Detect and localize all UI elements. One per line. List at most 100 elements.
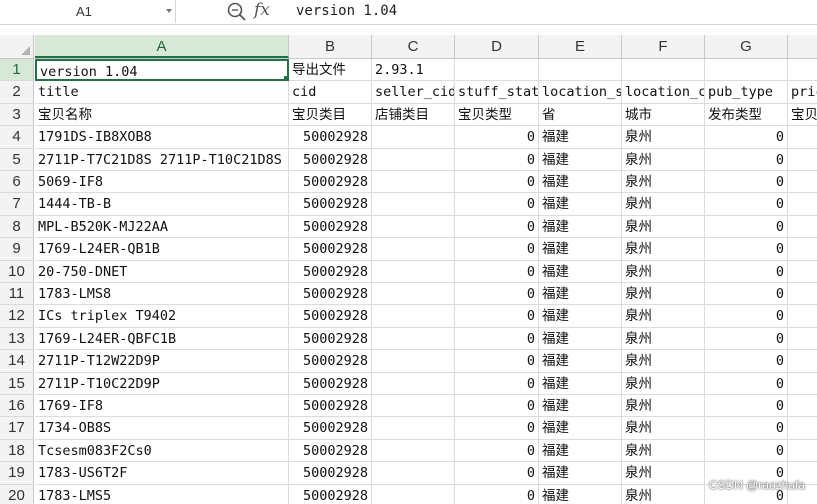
- select-all-button[interactable]: [0, 35, 34, 58]
- cell-b13[interactable]: 50002928: [289, 327, 372, 351]
- cell-b4[interactable]: 50002928: [289, 126, 372, 149]
- cell-f4[interactable]: 泉州: [622, 126, 705, 149]
- cell-b10[interactable]: 50002928: [289, 260, 372, 283]
- row-header[interactable]: 10: [0, 260, 34, 283]
- cell-b14[interactable]: 50002928: [289, 350, 372, 373]
- name-box[interactable]: A1: [0, 0, 176, 23]
- cell-c3[interactable]: 店铺类目: [372, 103, 455, 127]
- cell-8[interactable]: [788, 216, 817, 239]
- cell-g12[interactable]: 0: [705, 305, 788, 328]
- cell-g1[interactable]: [705, 59, 788, 82]
- cell-b17[interactable]: 50002928: [289, 417, 372, 440]
- cell-15[interactable]: [788, 373, 817, 395]
- row-header[interactable]: 16: [0, 395, 34, 418]
- cell-c1[interactable]: 2.93.1: [372, 59, 455, 82]
- row-header[interactable]: 6: [0, 171, 34, 194]
- column-header-g[interactable]: G: [705, 35, 788, 58]
- cell-b9[interactable]: 50002928: [289, 238, 372, 261]
- cell-b18[interactable]: 50002928: [289, 439, 372, 463]
- row-header[interactable]: 8: [0, 215, 34, 239]
- row-header[interactable]: 12: [0, 305, 34, 328]
- cell-e1[interactable]: [539, 59, 622, 82]
- cell-a16[interactable]: 1769-IF8: [35, 395, 289, 418]
- cell-g10[interactable]: 0: [705, 260, 788, 283]
- cell-d14[interactable]: 0: [455, 350, 539, 373]
- cell-b16[interactable]: 50002928: [289, 395, 372, 418]
- cell-18[interactable]: [788, 440, 817, 463]
- row-header[interactable]: 7: [0, 193, 34, 216]
- cell-d16[interactable]: 0: [455, 395, 539, 418]
- cell-4[interactable]: [788, 126, 817, 149]
- row-header[interactable]: 18: [0, 439, 34, 463]
- cell-e16[interactable]: 福建: [539, 395, 622, 418]
- cell-f10[interactable]: 泉州: [622, 260, 705, 283]
- cell-c17[interactable]: [372, 417, 455, 440]
- cell-d18[interactable]: 0: [455, 439, 539, 463]
- cell-d6[interactable]: 0: [455, 171, 539, 194]
- cell-a7[interactable]: 1444-TB-B: [35, 193, 289, 216]
- cell-g7[interactable]: 0: [705, 193, 788, 216]
- cell-b12[interactable]: 50002928: [289, 305, 372, 328]
- cell-e7[interactable]: 福建: [539, 193, 622, 216]
- cell-a4[interactable]: 1791DS-IB8XOB8: [35, 126, 289, 149]
- cell-c18[interactable]: [372, 439, 455, 463]
- cell-e15[interactable]: 福建: [539, 372, 622, 395]
- cell-a18[interactable]: Tcsesm083F2Cs0: [35, 439, 289, 463]
- cell-d17[interactable]: 0: [455, 417, 539, 440]
- cell-e11[interactable]: 福建: [539, 283, 622, 306]
- cell-g15[interactable]: 0: [705, 372, 788, 395]
- cell-f2[interactable]: location_city: [622, 81, 705, 104]
- cell-g4[interactable]: 0: [705, 126, 788, 149]
- cell-f3[interactable]: 城市: [622, 103, 705, 127]
- cell-a3[interactable]: 宝贝名称: [35, 103, 289, 127]
- cell-c6[interactable]: [372, 171, 455, 194]
- cell-a10[interactable]: 20-750-DNET: [35, 260, 289, 283]
- cell-d15[interactable]: 0: [455, 372, 539, 395]
- cell-f16[interactable]: 泉州: [622, 395, 705, 418]
- cell-a17[interactable]: 1734-OB8S: [35, 417, 289, 440]
- cell-c14[interactable]: [372, 350, 455, 373]
- cell-b1[interactable]: 导出文件: [289, 59, 372, 82]
- cell-d3[interactable]: 宝贝类型: [455, 103, 539, 127]
- cell-g5[interactable]: 0: [705, 148, 788, 171]
- row-header[interactable]: 4: [0, 126, 34, 149]
- cell-e10[interactable]: 福建: [539, 260, 622, 283]
- cell-b19[interactable]: 50002928: [289, 462, 372, 485]
- cell-a6[interactable]: 5069-IF8: [35, 171, 289, 194]
- cell-b11[interactable]: 50002928: [289, 283, 372, 306]
- cell-f12[interactable]: 泉州: [622, 305, 705, 328]
- cell-f14[interactable]: 泉州: [622, 350, 705, 373]
- cell-e2[interactable]: location_state: [539, 81, 622, 104]
- cell-10[interactable]: [788, 261, 817, 283]
- column-header-f[interactable]: F: [622, 35, 705, 58]
- zoom-icon[interactable]: [226, 1, 248, 23]
- cell-f8[interactable]: 泉州: [622, 215, 705, 239]
- row-header[interactable]: 15: [0, 372, 34, 395]
- cell-f20[interactable]: 泉州: [622, 484, 705, 504]
- column-header-b[interactable]: B: [289, 35, 372, 58]
- cell-g8[interactable]: 0: [705, 215, 788, 239]
- cell-b6[interactable]: 50002928: [289, 171, 372, 194]
- cell-e4[interactable]: 福建: [539, 126, 622, 149]
- cell-c12[interactable]: [372, 305, 455, 328]
- row-header[interactable]: 17: [0, 417, 34, 440]
- cell-c2[interactable]: seller_cids: [372, 81, 455, 104]
- cell-f19[interactable]: 泉州: [622, 462, 705, 485]
- row-header[interactable]: 14: [0, 350, 34, 373]
- cell-a19[interactable]: 1783-US6T2F: [35, 462, 289, 485]
- cell-f15[interactable]: 泉州: [622, 372, 705, 395]
- cell-f5[interactable]: 泉州: [622, 148, 705, 171]
- cell-a11[interactable]: 1783-LMS8: [35, 283, 289, 306]
- cell-e20[interactable]: 福建: [539, 484, 622, 504]
- column-header-h[interactable]: [788, 35, 817, 58]
- cell-f6[interactable]: 泉州: [622, 171, 705, 194]
- cell-b15[interactable]: 50002928: [289, 372, 372, 395]
- cell-f1[interactable]: [622, 59, 705, 82]
- cell-d20[interactable]: 0: [455, 484, 539, 504]
- fill-handle[interactable]: [283, 75, 287, 80]
- column-header-e[interactable]: E: [539, 35, 622, 58]
- cell-e17[interactable]: 福建: [539, 417, 622, 440]
- cell-9[interactable]: [788, 238, 817, 261]
- cell-d1[interactable]: [455, 59, 539, 82]
- cell-a12[interactable]: ICs triplex T9402: [35, 305, 289, 328]
